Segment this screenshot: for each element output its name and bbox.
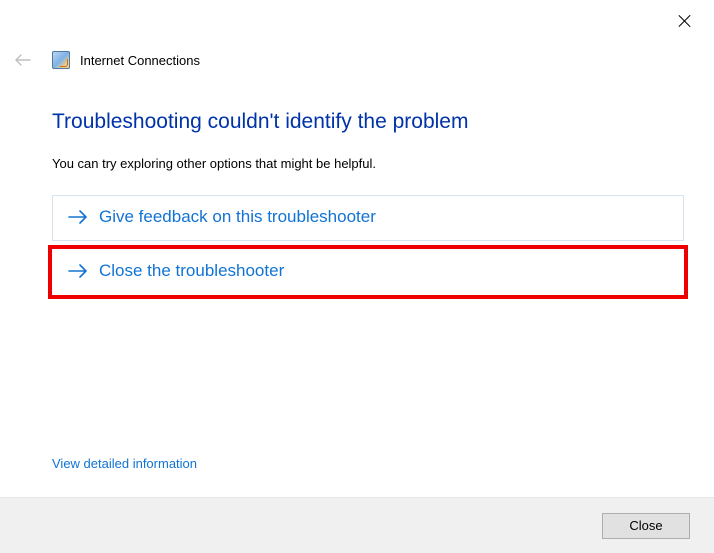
option-label: Close the troubleshooter: [99, 261, 284, 281]
window-close-icon[interactable]: [678, 14, 692, 28]
content-area: Troubleshooting couldn't identify the pr…: [52, 110, 684, 295]
back-arrow-icon: [14, 51, 32, 69]
page-heading: Troubleshooting couldn't identify the pr…: [52, 110, 684, 134]
view-detailed-information-link[interactable]: View detailed information: [52, 456, 197, 471]
option-give-feedback[interactable]: Give feedback on this troubleshooter: [52, 195, 684, 241]
footer-bar: Close: [0, 497, 714, 553]
header-bar: Internet Connections: [14, 48, 700, 72]
page-subtext: You can try exploring other options that…: [52, 156, 684, 171]
arrow-right-icon: [67, 206, 89, 228]
option-label: Give feedback on this troubleshooter: [99, 207, 376, 227]
close-button[interactable]: Close: [602, 513, 690, 539]
arrow-right-icon: [67, 260, 89, 282]
app-title: Internet Connections: [80, 53, 200, 68]
option-close-troubleshooter[interactable]: Close the troubleshooter: [52, 249, 684, 295]
internet-connections-icon: [52, 51, 70, 69]
